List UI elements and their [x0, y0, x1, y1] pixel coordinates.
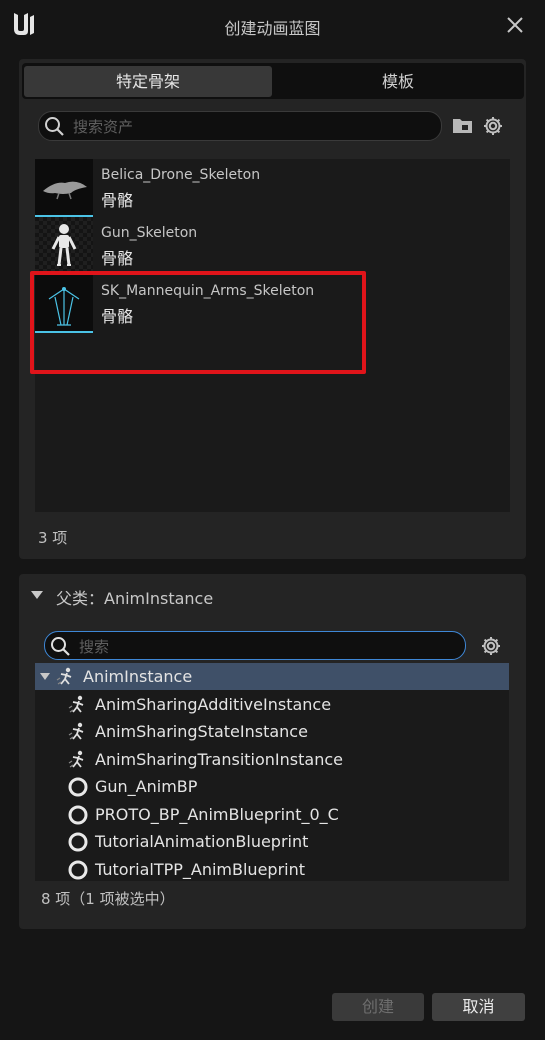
asset-item-gun[interactable]: Gun_Skeleton 骨骼: [35, 217, 510, 275]
blueprint-circle-icon: [68, 805, 88, 825]
asset-type: 骨骼: [101, 249, 134, 268]
tree-row[interactable]: TutorialAnimationBlueprint: [35, 828, 509, 855]
tree-row[interactable]: PROTO_BP_AnimBlueprint_0_C: [35, 801, 509, 828]
asset-thumbnail: [35, 159, 93, 217]
asset-thumbnail: [35, 217, 93, 275]
collapse-triangle-icon[interactable]: [30, 590, 44, 600]
close-icon[interactable]: [504, 14, 526, 36]
settings-gear-icon[interactable]: [482, 115, 504, 137]
blueprint-circle-icon: [68, 860, 88, 880]
title-bar: 创建动画蓝图: [0, 0, 545, 50]
tree-row[interactable]: AnimInstance: [35, 663, 509, 690]
folder-filter-icon[interactable]: [451, 115, 475, 137]
tree-row-label: TutorialTPP_AnimBlueprint: [95, 860, 306, 879]
blueprint-circle-icon: [68, 832, 88, 852]
expand-triangle-icon[interactable]: [39, 672, 51, 681]
tab-template[interactable]: 模板: [274, 66, 522, 97]
cancel-button[interactable]: 取消: [432, 993, 525, 1021]
asset-search-input[interactable]: 搜索资产: [38, 111, 442, 141]
tree-row-label: TutorialAnimationBlueprint: [95, 832, 309, 851]
blueprint-circle-icon: [68, 777, 88, 797]
tree-row-label: AnimInstance: [83, 667, 193, 686]
settings-gear-icon[interactable]: [480, 635, 502, 657]
tree-row-label: PROTO_BP_AnimBlueprint_0_C: [95, 805, 339, 824]
parent-class-title: 父类：AnimInstance: [56, 589, 214, 608]
asset-name: Belica_Drone_Skeleton: [101, 167, 261, 183]
tree-row[interactable]: TutorialTPP_AnimBlueprint: [35, 856, 509, 883]
tree-row[interactable]: AnimSharingTransitionInstance: [35, 746, 509, 773]
class-tree: AnimInstance AnimSharingAdditiveInstance…: [35, 663, 509, 881]
tree-row-label: AnimSharingTransitionInstance: [95, 750, 343, 769]
class-search-input[interactable]: 搜索: [44, 631, 466, 660]
tree-row[interactable]: AnimSharingAdditiveInstance: [35, 691, 509, 718]
tab-specific-skeleton[interactable]: 特定骨架: [24, 66, 272, 97]
tree-row-label: AnimSharingStateInstance: [95, 722, 308, 741]
drone-skeleton-icon: [43, 181, 87, 200]
skeleton-panel: 特定骨架 模板 搜索资产 Belica_Drone_Skeleton 骨骼 Gu…: [19, 59, 526, 559]
tree-row-label: Gun_AnimBP: [95, 777, 198, 796]
anim-instance-icon: [56, 667, 72, 685]
anim-instance-icon: [68, 722, 84, 740]
asset-search-placeholder: 搜索资产: [73, 118, 134, 136]
tab-bar: 特定骨架 模板: [22, 63, 524, 99]
humanoid-skeleton-icon: [51, 224, 77, 266]
tree-row[interactable]: AnimSharingStateInstance: [35, 718, 509, 745]
parent-class-header[interactable]: 父类：AnimInstance: [19, 574, 526, 618]
class-search-placeholder: 搜索: [79, 638, 110, 656]
tree-row[interactable]: Gun_AnimBP: [35, 773, 509, 800]
highlight-box: [30, 271, 366, 374]
anim-instance-icon: [68, 750, 84, 768]
asset-name: Gun_Skeleton: [101, 225, 198, 241]
window-title: 创建动画蓝图: [224, 19, 321, 38]
tree-row-label: AnimSharingAdditiveInstance: [95, 695, 332, 714]
class-count: 8 项（1 项被选中）: [41, 890, 175, 908]
asset-item-belica-drone[interactable]: Belica_Drone_Skeleton 骨骼: [35, 159, 510, 217]
asset-type: 骨骼: [101, 191, 134, 210]
search-icon: [45, 117, 64, 136]
asset-count: 3 项: [38, 529, 68, 547]
search-icon: [51, 637, 70, 656]
parent-class-panel: 父类：AnimInstance 搜索 AnimInstance AnimShar…: [19, 574, 526, 929]
anim-instance-icon: [68, 695, 84, 713]
create-button[interactable]: 创建: [332, 993, 424, 1021]
